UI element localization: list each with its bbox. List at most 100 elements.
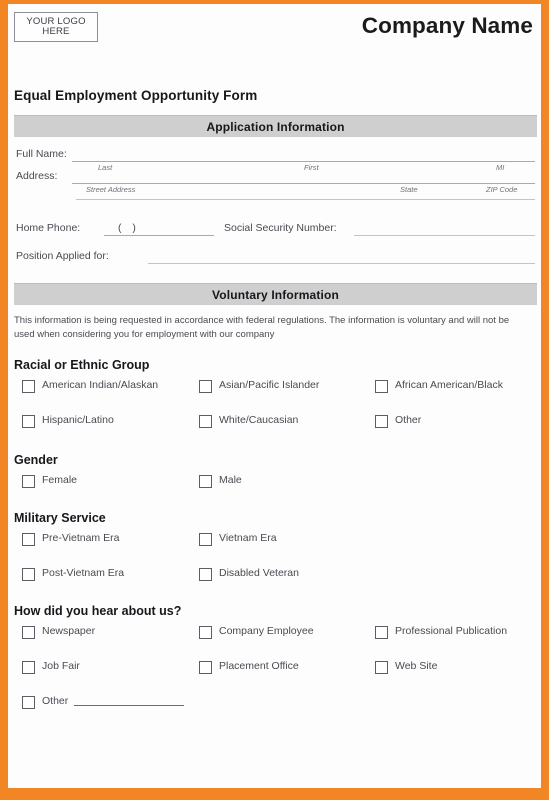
page-title: Equal Employment Opportunity Form xyxy=(14,88,258,103)
checkbox-post-vietnam-era[interactable]: Post-Vietnam Era xyxy=(22,567,124,581)
document-page: YOUR LOGO HERE Company Name Equal Employ… xyxy=(0,0,549,800)
checkbox-label: Other xyxy=(42,694,69,707)
position-input-line[interactable] xyxy=(148,263,535,264)
field-row-position: Position Applied for: xyxy=(14,247,537,273)
checkbox-box-icon[interactable] xyxy=(199,532,212,546)
checkbox-box-icon[interactable] xyxy=(199,414,212,428)
checkbox-label: Female xyxy=(42,473,78,486)
checkbox-box-icon[interactable] xyxy=(22,532,35,546)
address-second-input-line[interactable] xyxy=(76,199,535,200)
checkbox-row: Hispanic/Latino White/Caucasian Other xyxy=(8,414,541,449)
checkbox-label: Disabled Veteran xyxy=(219,566,299,579)
checkbox-label: Asian/Pacific Islander xyxy=(219,378,320,391)
checkbox-label: Newspaper xyxy=(42,624,96,637)
checkbox-label: Job Fair xyxy=(42,659,80,672)
checkbox-box-icon[interactable] xyxy=(375,660,388,674)
section-header-voluntary-information: Voluntary Information xyxy=(14,283,537,305)
checkbox-racial-other[interactable]: Other xyxy=(375,414,421,428)
checkbox-label: Placement Office xyxy=(219,659,299,672)
heading-military-service: Military Service xyxy=(14,510,106,525)
ssn-input-line[interactable] xyxy=(354,235,535,236)
checkbox-male[interactable]: Male xyxy=(199,474,242,488)
checkbox-vietnam-era[interactable]: Vietnam Era xyxy=(199,532,277,546)
checkbox-professional-publication[interactable]: Professional Publication xyxy=(375,625,507,639)
checkbox-box-icon[interactable] xyxy=(199,474,212,488)
checkbox-box-icon[interactable] xyxy=(375,379,388,393)
checkbox-row: Pre-Vietnam Era Vietnam Era xyxy=(8,532,541,567)
checkbox-label: Post-Vietnam Era xyxy=(42,566,125,579)
checkbox-box-icon[interactable] xyxy=(22,625,35,639)
checkbox-box-icon[interactable] xyxy=(22,379,35,393)
home-phone-value: ( ) xyxy=(118,222,140,234)
checkbox-box-icon[interactable] xyxy=(22,695,35,709)
full-name-label: Full Name: xyxy=(16,148,67,160)
checkbox-box-icon[interactable] xyxy=(22,474,35,488)
checkbox-job-fair[interactable]: Job Fair xyxy=(22,660,80,674)
logo-placeholder-box: YOUR LOGO HERE xyxy=(14,12,98,42)
checkbox-label: African American/Black xyxy=(395,378,503,391)
checkbox-hispanic-latino[interactable]: Hispanic/Latino xyxy=(22,414,114,428)
checkbox-box-icon[interactable] xyxy=(375,414,388,428)
logo-line-2: HERE xyxy=(42,26,70,37)
checkbox-label: Vietnam Era xyxy=(219,531,277,544)
referral-checkbox-grid: Newspaper Company Employee Professional … xyxy=(8,625,541,730)
address-input-line[interactable] xyxy=(72,183,535,184)
checkbox-row: Job Fair Placement Office Web Site xyxy=(8,660,541,695)
checkbox-label: Male xyxy=(219,473,242,486)
checkbox-label: Pre-Vietnam Era xyxy=(42,531,120,544)
checkbox-label: Hispanic/Latino xyxy=(42,413,114,426)
checkbox-row: Post-Vietnam Era Disabled Veteran xyxy=(8,567,541,602)
checkbox-asian-pacific-islander[interactable]: Asian/Pacific Islander xyxy=(199,379,319,393)
heading-how-did-you-hear-about-us: How did you hear about us? xyxy=(14,603,182,618)
checkbox-box-icon[interactable] xyxy=(22,567,35,581)
checkbox-row: Other xyxy=(8,695,541,730)
checkbox-label: Company Employee xyxy=(219,624,314,637)
section-header-label: Voluntary Information xyxy=(212,287,339,302)
checkbox-female[interactable]: Female xyxy=(22,474,77,488)
home-phone-input-line[interactable] xyxy=(104,235,214,236)
gender-checkbox-grid: Female Male xyxy=(8,474,541,509)
field-row-phone-ssn: Home Phone: ( ) Social Security Number: xyxy=(14,219,537,247)
checkbox-row: Female Male xyxy=(8,474,541,509)
checkbox-box-icon[interactable] xyxy=(199,567,212,581)
checkbox-web-site[interactable]: Web Site xyxy=(375,660,437,674)
checkbox-label: White/Caucasian xyxy=(219,413,299,426)
checkbox-american-indian-alaskan[interactable]: American Indian/Alaskan xyxy=(22,379,158,393)
checkbox-pre-vietnam-era[interactable]: Pre-Vietnam Era xyxy=(22,532,119,546)
home-phone-label: Home Phone: xyxy=(16,222,81,234)
full-name-input-line[interactable] xyxy=(72,161,535,162)
field-row-address: Address: Street Address State ZIP Code xyxy=(14,167,537,194)
checkbox-disabled-veteran[interactable]: Disabled Veteran xyxy=(199,567,299,581)
checkbox-label: Web Site xyxy=(395,659,438,672)
address-label: Address: xyxy=(16,170,58,182)
checkbox-box-icon[interactable] xyxy=(199,625,212,639)
position-label: Position Applied for: xyxy=(16,250,109,262)
section-header-label: Application Information xyxy=(206,119,345,134)
checkbox-row: Newspaper Company Employee Professional … xyxy=(8,625,541,660)
checkbox-placement-office[interactable]: Placement Office xyxy=(199,660,299,674)
checkbox-box-icon[interactable] xyxy=(199,660,212,674)
racial-checkbox-grid: American Indian/Alaskan Asian/Pacific Is… xyxy=(8,379,541,449)
checkbox-box-icon[interactable] xyxy=(199,379,212,393)
referral-other-input-line[interactable] xyxy=(74,695,185,706)
checkbox-box-icon[interactable] xyxy=(375,625,388,639)
checkbox-african-american-black[interactable]: African American/Black xyxy=(375,379,503,393)
checkbox-newspaper[interactable]: Newspaper xyxy=(22,625,95,639)
checkbox-label: Professional Publication xyxy=(395,624,508,637)
checkbox-row: American Indian/Alaskan Asian/Pacific Is… xyxy=(8,379,541,414)
form-sheet: YOUR LOGO HERE Company Name Equal Employ… xyxy=(8,4,541,788)
section-header-application-information: Application Information xyxy=(14,115,537,137)
checkbox-company-employee[interactable]: Company Employee xyxy=(199,625,314,639)
field-row-address-second xyxy=(14,189,537,219)
page-header: YOUR LOGO HERE Company Name xyxy=(8,4,541,50)
checkbox-white-caucasian[interactable]: White/Caucasian xyxy=(199,414,298,428)
checkbox-box-icon[interactable] xyxy=(22,660,35,674)
heading-gender: Gender xyxy=(14,452,58,467)
application-fields: Full Name: Last First MI Address: Street… xyxy=(14,137,537,273)
company-name-title: Company Name xyxy=(361,13,533,38)
checkbox-referral-other[interactable]: Other xyxy=(22,694,185,709)
heading-racial-or-ethnic-group: Racial or Ethnic Group xyxy=(14,357,150,372)
military-checkbox-grid: Pre-Vietnam Era Vietnam Era Post-Vietnam… xyxy=(8,532,541,602)
checkbox-box-icon[interactable] xyxy=(22,414,35,428)
ssn-label: Social Security Number: xyxy=(224,222,337,234)
